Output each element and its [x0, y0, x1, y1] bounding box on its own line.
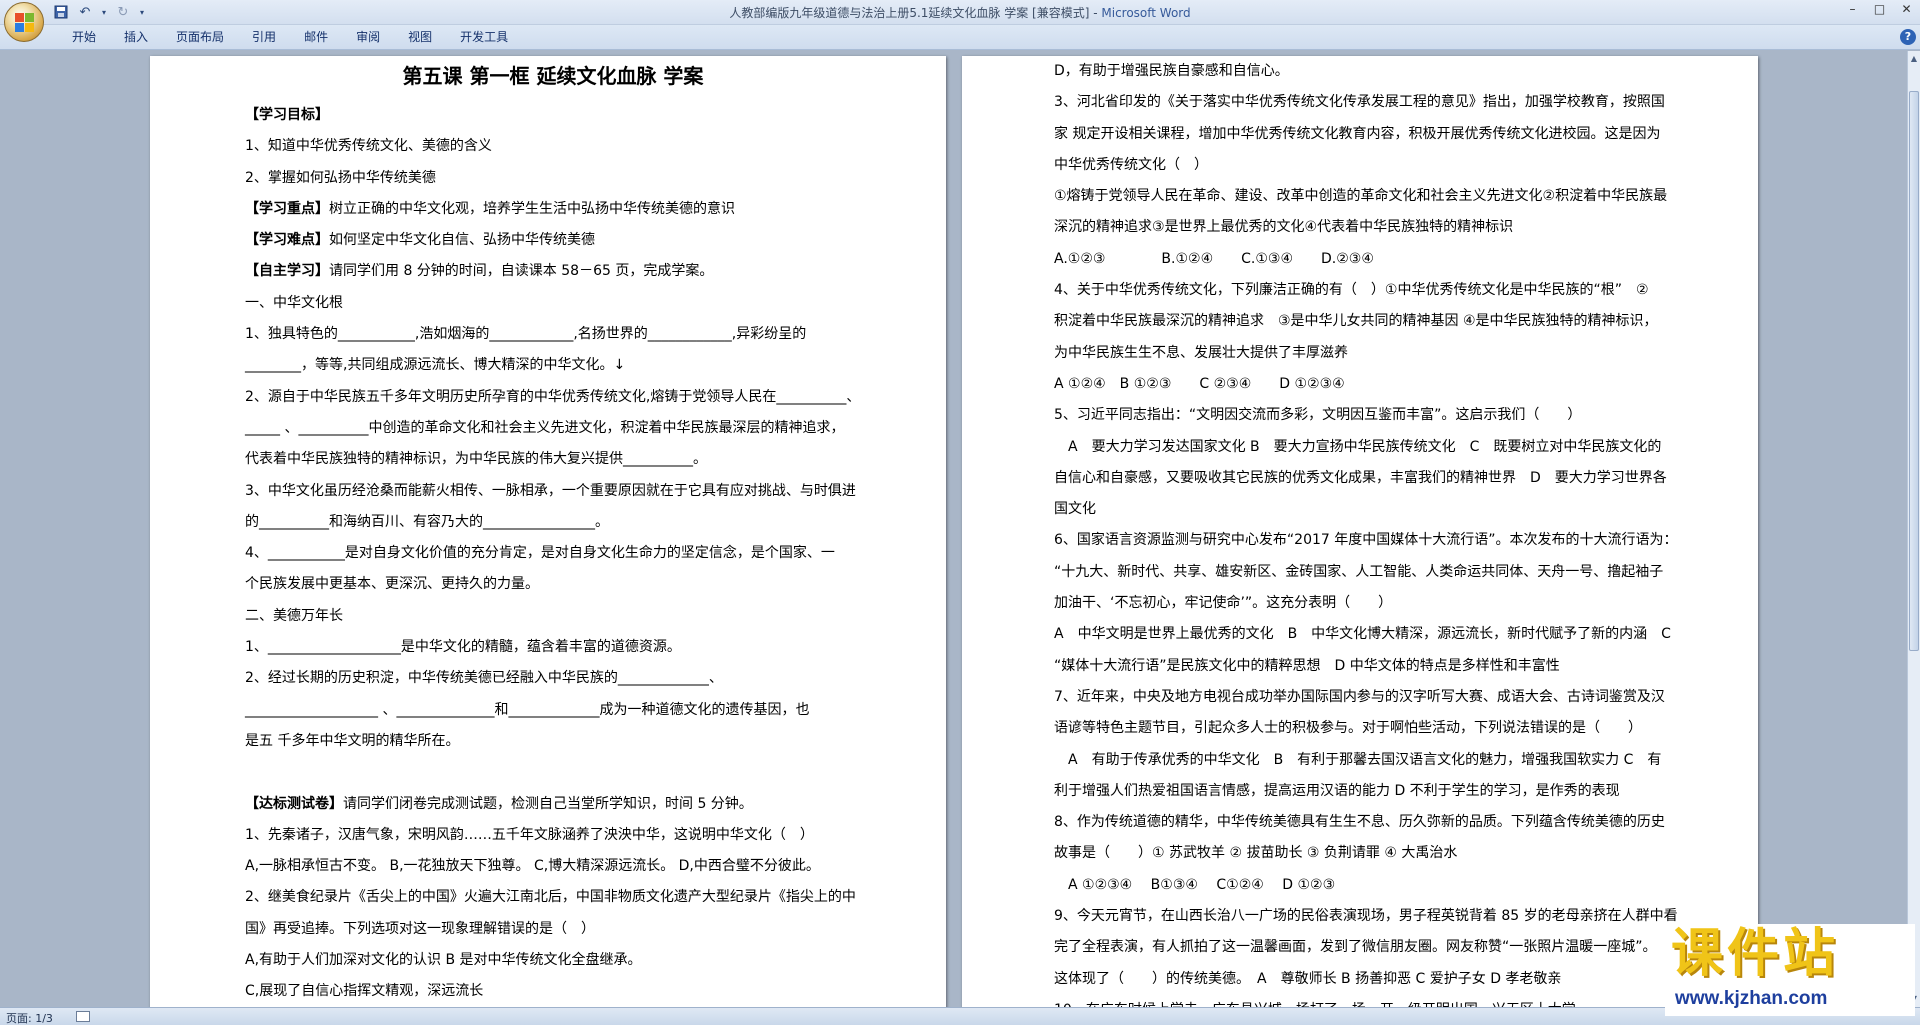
document-line: 10、在广东时候上学去，广东县兴城一场打了一场，开一级开明出国，兴无区十大学: [1054, 995, 1670, 1007]
tab-page-layout[interactable]: 页面布局: [162, 29, 238, 46]
title-bar: ↶ ▾ ↻ ▾ 人教部编版九年级道德与法治上册5.1延续文化血脉 学案 [兼容模…: [0, 0, 1920, 25]
document-line: 2、源自于中华民族五千多年文明历史所孕育的中华优秀传统文化,熔铸于党领导人民在_…: [245, 388, 861, 405]
document-line: 【学习重点】树立正确的中华文化观，培养学生生活中弘扬中华传统美德的意识: [245, 200, 735, 217]
page-count-status[interactable]: 页面: 1/3: [6, 1010, 53, 1025]
document-line: _____ 、__________中创造的革命文化和社会主义先进文化，积淀着中华…: [245, 419, 845, 436]
document-title: 第五课 第一框 延续文化血脉 学案: [402, 64, 704, 88]
document-line: 一、中华文化根: [245, 294, 343, 311]
office-button[interactable]: [4, 2, 44, 42]
document-line: C,展现了自信心指挥文精观，深远流长: [245, 983, 484, 1000]
document-line: “十九大、新时代、共享、雄安新区、金砖国家、人工智能、人类命运共同体、天舟一号、…: [1054, 563, 1664, 580]
document-line: 深沉的精神追求③是世界上最优秀的文化④代表着中华民族独特的精神标识: [1054, 219, 1514, 236]
proofing-status-icon[interactable]: [76, 1011, 90, 1022]
document-line: 积淀着中华民族最深沉的精神追求 ③是中华儿女共同的精神基因 ④是中华民族独特的精…: [1054, 313, 1658, 330]
office-logo-icon: [15, 13, 35, 33]
document-line: ________，等等,共同组成源远流长、博大精深的中华文化。↓: [245, 357, 626, 374]
tab-insert[interactable]: 插入: [110, 29, 162, 46]
document-line: 代表着中华民族独特的精神标识，为中华民族的伟大复兴提供__________。: [245, 451, 707, 468]
document-line: 2、掌握如何弘扬中华传统美德: [245, 169, 436, 186]
document-line: 加油干、‘不忘初心，牢记使命’”。这充分表明（ ）: [1054, 595, 1393, 612]
document-line: 5、习近平同志指出：“文明因交流而多彩，文明因互鉴而丰富”。这启示我们（ ）: [1054, 407, 1582, 424]
page-2-content: D，有助于增强民族自豪感和自信心。 3、河北省印发的《关于落实中华优秀传统文化传承…: [1054, 56, 1678, 1007]
document-line: 完了全程表演，有人抓拍了这一温馨画面，发到了微信朋友圈。网友称赞“一张照片温暖一…: [1054, 939, 1657, 956]
document-line: 为中华民族生生不息、发展壮大提供了丰厚滋养: [1054, 344, 1348, 361]
document-line: 个民族发展中更基本、更深沉、更持久的力量。: [245, 576, 539, 593]
tab-review[interactable]: 审阅: [342, 29, 394, 46]
close-button[interactable]: ✕: [1893, 0, 1920, 18]
page-1-content: 第五课 第一框 延续文化血脉 学案 【学习目标】 1、知道中华优秀传统文化、美德的…: [245, 56, 861, 1007]
document-line: A 有助于传承优秀的中华文化 B 有利于那馨去国汉语言文化的魅力，增强我国软实力…: [1054, 751, 1662, 768]
document-line: 2、继美食纪录片《舌尖上的中国》火遍大江南北后，中国非物质文化遗产大型纪录片《指…: [245, 889, 856, 906]
document-line: A ①②④ B ①②③ C ②③④ D ①②③④: [1054, 375, 1345, 392]
scroll-up-icon[interactable]: ▲: [1909, 53, 1919, 65]
document-line: 3、中华文化虽历经沧桑而能薪火相传、一脉相承，一个重要原因就在于它具有应对挑战、…: [245, 482, 856, 499]
scrollbar-thumb[interactable]: [1909, 91, 1919, 651]
window-title: 人教部编版九年级道德与法治上册5.1延续文化血脉 学案 [兼容模式] - Mic…: [729, 6, 1191, 20]
document-line: 2、经过长期的历史积淀，中华传统美德已经融入中华民族的_____________…: [245, 670, 723, 687]
document-line: “媒体十大流行语”是民族文化中的精粹思想 D 中华文体的特点是多样性和丰富性: [1054, 657, 1560, 674]
document-line: 家 规定开设相关课程，增加中华优秀传统文化教育内容，积极开展优秀传统文化进校园。…: [1054, 125, 1661, 142]
document-line: 国文化: [1054, 501, 1096, 518]
document-line: 【学习难点】如何坚定中华文化自信、弘扬中华传统美德: [245, 232, 595, 249]
document-line: 的__________和海纳百川、有容乃大的________________。: [245, 513, 609, 530]
status-bar: 页面: 1/3: [0, 1007, 1920, 1025]
document-line: ___________________ 、______________和____…: [245, 701, 810, 718]
tab-mailings[interactable]: 邮件: [290, 29, 342, 46]
document-line: 1、独具特色的___________,浩如烟海的____________,名扬世…: [245, 326, 807, 343]
watermark-brand: 课件站: [1671, 924, 1840, 984]
document-page-1[interactable]: 第五课 第一框 延续文化血脉 学案 【学习目标】 1、知道中华优秀传统文化、美德的…: [150, 56, 946, 1007]
document-line: A.①②③ B.①②④ C.①③④ D.②③④: [1054, 250, 1374, 267]
document-line: A,一脉相承恒古不变。 B,一花独放天下独尊。 C,博大精深源远流长。 D,中西…: [245, 858, 820, 875]
document-line: 8、作为传统道德的精华，中华传统美德具有生生不息、历久弥新的品质。下列蕴含传统美…: [1054, 814, 1665, 831]
document-line: 4、关于中华优秀传统文化，下列廉洁正确的有（ ）①中华优秀传统文化是中华民族的“…: [1054, 282, 1649, 299]
document-line: 3、河北省印发的《关于落实中华优秀传统文化传承发展工程的意见》指出，加强学校教育…: [1054, 94, 1665, 111]
tab-developer[interactable]: 开发工具: [446, 29, 522, 46]
document-line: 【自主学习】请同学们用 8 分钟的时间，自读课本 58－65 页，完成学案。: [245, 263, 714, 280]
document-line: 国》再受追捧。下列选项对这一现象理解错误的是（ ）: [245, 920, 595, 937]
watermark-url: www.kjzhan.com: [1675, 988, 1828, 1009]
document-line: 6、国家语言资源监测与研究中心发布“2017 年度中国媒体十大流行语”。本次发布…: [1054, 532, 1678, 549]
document-line: 1、___________________是中华文化的精髓，蕴含着丰富的道德资源…: [245, 639, 681, 656]
window-controls: – □ ✕: [1839, 0, 1920, 18]
document-line: D，有助于增强民族自豪感和自信心。: [1054, 63, 1289, 79]
document-line: 中华优秀传统文化（ ）: [1054, 156, 1208, 173]
document-line: A ①②③④ B①③④ C①②④ D ①②③: [1054, 876, 1336, 893]
document-line: [245, 757, 861, 788]
document-line: 是五 千多年中华文明的精华所在。: [245, 732, 460, 749]
maximize-button[interactable]: □: [1866, 0, 1893, 18]
document-line: 9、今天元宵节，在山西长治八一广场的民俗表演现场，男子程英锐背着 85 岁的老母…: [1054, 908, 1678, 925]
document-line: 自信心和自豪感，又要吸收其它民族的优秀文化成果，丰富我们的精神世界 D 要大力学…: [1054, 469, 1667, 486]
document-line: ①熔铸于党领导人民在革命、建设、改革中创造的革命文化和社会主义先进文化②积淀着中…: [1054, 188, 1668, 205]
document-line: A 中华文明是世界上最优秀的文化 B 中华文化博大精深，源远流长，新时代赋予了新…: [1054, 626, 1671, 643]
document-line: 7、近年来，中央及地方电视台成功举办国际国内参与的汉字听写大赛、成语大会、古诗词…: [1054, 688, 1665, 705]
document-line: A,有助于人们加深对文化的认识 B 是对中华传统文化全盘继承。: [245, 952, 642, 969]
minimize-button[interactable]: –: [1839, 0, 1866, 18]
document-line: 【达标测试卷】请同学们闭卷完成测试题，检测自己当堂所学知识，时间 5 分钟。: [245, 795, 753, 812]
help-icon[interactable]: ?: [1900, 29, 1916, 45]
document-line: A 要大力学习发达国家文化 B 要大力宣扬中华民族传统文化 C 既要树立对中华民…: [1054, 438, 1662, 455]
watermark-logo: 课件站 www.kjzhan.com: [1665, 924, 1915, 1016]
document-line: 1、知道中华优秀传统文化、美德的含义: [245, 138, 492, 155]
ribbon-tabs: 开始 插入 页面布局 引用 邮件 审阅 视图 开发工具 ?: [0, 25, 1920, 50]
document-line: 故事是（ ）① 苏武牧羊 ② 拔苗助长 ③ 负荆请罪 ④ 大禹治水: [1054, 845, 1458, 862]
tab-home[interactable]: 开始: [58, 29, 110, 46]
tab-view[interactable]: 视图: [394, 29, 446, 46]
document-line: 1、先秦诸子，汉唐气象，宋明风韵……五千年文脉涵养了泱泱中华，这说明中华文化（ …: [245, 826, 814, 843]
vertical-scrollbar[interactable]: ▲ ▼: [1907, 51, 1920, 1007]
document-page-2[interactable]: D，有助于增强民族自豪感和自信心。 3、河北省印发的《关于落实中华优秀传统文化传承…: [962, 56, 1758, 1007]
document-line: 这体现了（ ）的传统美德。 A 尊敬师长 B 扬善抑恶 C 爱护子女 D 孝老敬…: [1054, 970, 1562, 987]
document-line: 利于增强人们热爱祖国语言情感，提高运用汉语的能力 D 不利于学生的学习，是作秀的…: [1054, 782, 1620, 799]
document-line: 二、美德万年长: [245, 607, 343, 624]
tab-references[interactable]: 引用: [238, 29, 290, 46]
document-line: 语谚等特色主题节目，引起众多人士的积极参与。对于啊怕些活动，下列说法错误的是（ …: [1054, 720, 1642, 737]
document-line: 4、___________是对自身文化价值的充分肯定，是对自身文化生命力的坚定信…: [245, 545, 835, 562]
document-line: 【学习目标】: [245, 107, 329, 123]
document-area[interactable]: 第五课 第一框 延续文化血脉 学案 【学习目标】 1、知道中华优秀传统文化、美德的…: [0, 51, 1907, 1007]
